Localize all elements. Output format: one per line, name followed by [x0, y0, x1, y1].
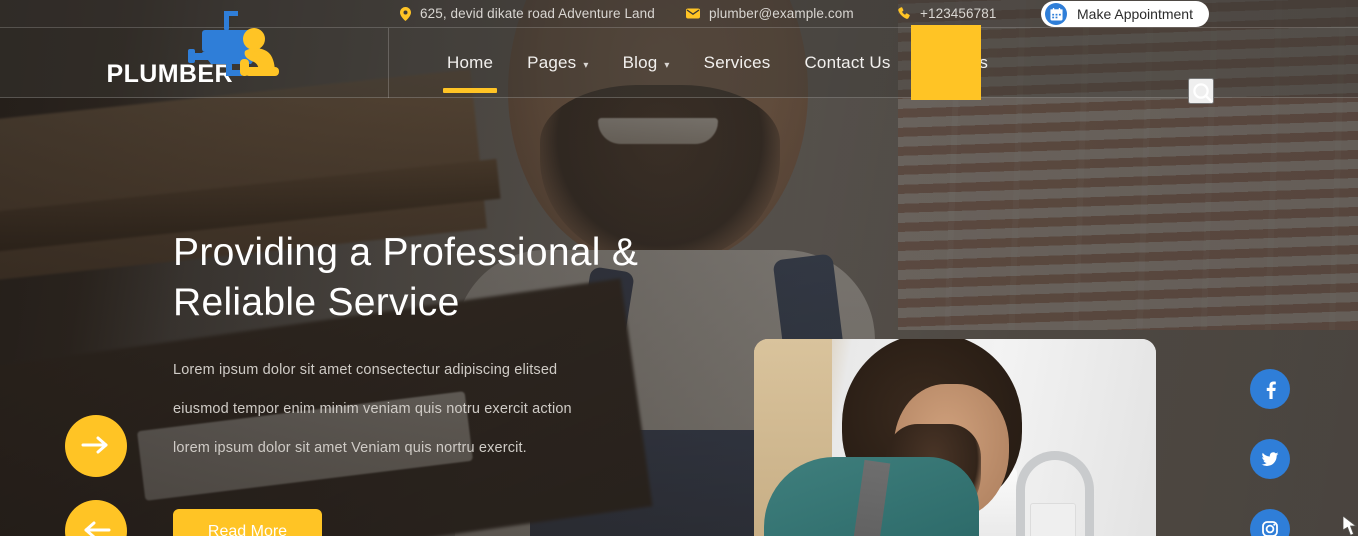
nav-item-home-label: Home: [447, 53, 494, 72]
nav-item-home[interactable]: Home: [430, 28, 510, 98]
contact-address-text: 625, devid dikate road Adventure Land: [420, 6, 655, 21]
social-links-rail: [1250, 369, 1290, 536]
chevron-down-icon: ▾: [583, 59, 589, 71]
read-more-label: Read More: [207, 523, 288, 536]
calendar-icon: [1045, 3, 1067, 25]
page-root: 625, devid dikate road Adventure Land pl…: [0, 0, 1358, 536]
nav-item-contact-us[interactable]: Contact Us: [787, 28, 907, 98]
instagram-icon[interactable]: [1250, 509, 1290, 536]
site-header: PLUMBER Home Pages ▾ Blog ▾ Services Con…: [0, 11, 1358, 104]
contact-phone: +123456781: [898, 6, 996, 21]
plumber-sink-logo-icon: [182, 7, 288, 86]
hero-paragraph-line-1: Lorem ipsum dolor sit amet consectectur …: [173, 362, 558, 378]
carousel-next-button[interactable]: [65, 415, 127, 477]
nav-item-services-label: Services: [703, 53, 771, 72]
contact-phone-text: +123456781: [920, 6, 997, 21]
contact-email-text: plumber@example.com: [709, 6, 854, 21]
twitter-icon[interactable]: [1250, 439, 1290, 479]
make-appointment-label: Make Appointment: [1077, 6, 1193, 22]
read-more-button[interactable]: Read More: [173, 509, 322, 536]
contact-email: plumber@example.com: [686, 6, 854, 21]
hero-image-card: [754, 339, 1156, 536]
hero-title-line-2: Reliable Service: [173, 281, 460, 324]
nav-item-pages[interactable]: Pages ▾: [510, 28, 605, 98]
envelope-icon: [686, 8, 700, 19]
nav-item-pages-label: Pages: [527, 53, 577, 72]
facebook-icon[interactable]: [1250, 369, 1290, 409]
hero-title-line-1: Providing a Professional &: [173, 231, 639, 274]
brand-logo[interactable]: PLUMBER: [0, 11, 389, 98]
nav-item-contact-us-label: Contact Us: [804, 53, 891, 72]
make-appointment-button[interactable]: Make Appointment: [1041, 1, 1209, 27]
phone-icon: [898, 7, 911, 20]
contact-address: 625, devid dikate road Adventure Land: [400, 6, 655, 21]
arrow-left-icon: [81, 520, 111, 536]
hero-paragraph-line-3: lorem ipsum dolor sit amet Veniam quis n…: [173, 440, 527, 456]
search-icon[interactable]: [1188, 78, 1214, 104]
nav-item-blog-label: Blog: [622, 53, 658, 72]
location-pin-icon: [400, 6, 411, 21]
nav-item-blog[interactable]: Blog ▾: [606, 28, 687, 98]
main-navigation: Home Pages ▾ Blog ▾ Services Contact Us: [430, 28, 908, 98]
hero-paragraph-line-2: eiusmod tempor enim minim veniam quis no…: [173, 401, 572, 417]
mouse-cursor: [1342, 515, 1358, 536]
chevron-down-icon: ▾: [664, 59, 670, 71]
yellow-overlay-block: [911, 25, 981, 100]
arrow-right-icon: [81, 435, 111, 458]
hero-title: Providing a Professional & Reliable Serv…: [173, 228, 793, 328]
nav-item-services[interactable]: Services: [687, 28, 788, 98]
hero-paragraph: Lorem ipsum dolor sit amet consectectur …: [173, 351, 623, 468]
